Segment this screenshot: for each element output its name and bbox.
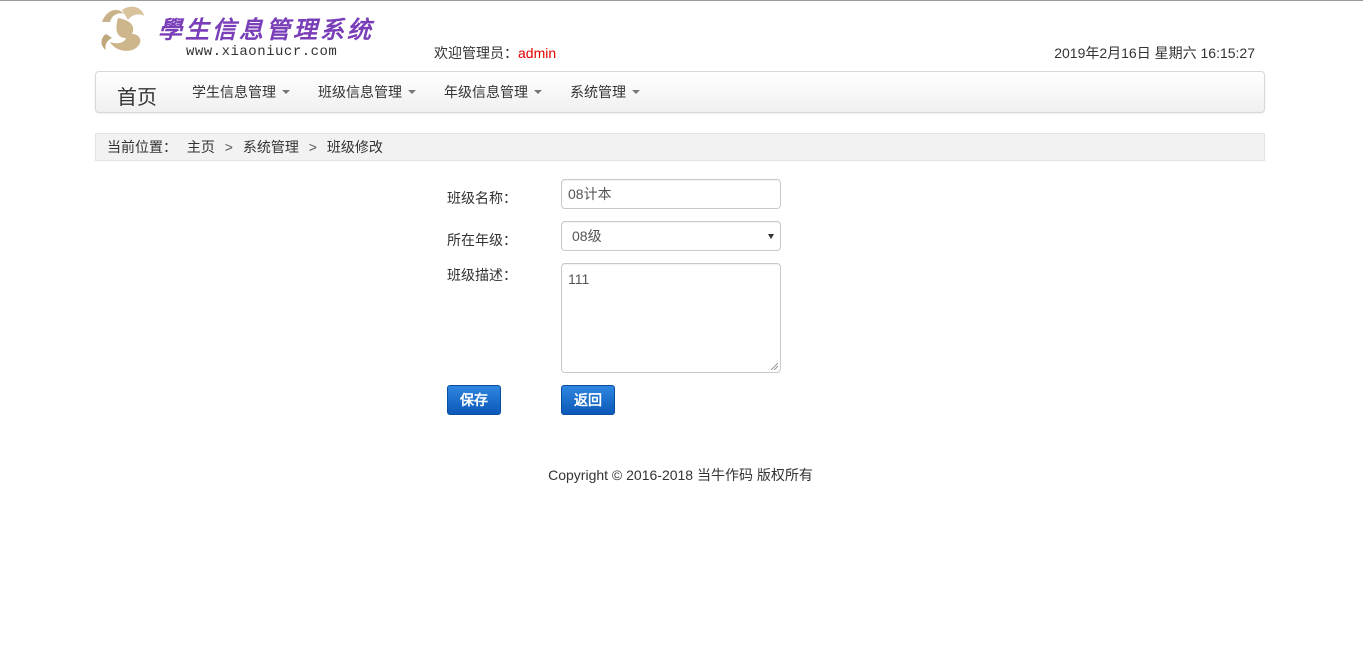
dropdown-arrow-icon <box>768 234 774 239</box>
breadcrumb-home[interactable]: 主页 <box>187 139 215 155</box>
breadcrumb-separator: > <box>224 139 233 155</box>
caret-down-icon <box>408 90 416 94</box>
caret-down-icon <box>632 90 640 94</box>
grade-selected-value: 08级 <box>572 228 602 244</box>
back-button[interactable]: 返回 <box>561 385 615 415</box>
caret-down-icon <box>534 90 542 94</box>
nav-item-label: 系统管理 <box>570 84 626 100</box>
nav-item-label: 年级信息管理 <box>444 84 528 100</box>
logo-swallow-icon <box>101 6 144 51</box>
nav-item-label: 班级信息管理 <box>318 84 402 100</box>
grade-select[interactable]: 08级 <box>561 221 781 251</box>
top-border-line <box>0 0 1363 1</box>
welcome-prefix: 欢迎管理员： <box>434 45 518 61</box>
nav-item-student-management[interactable]: 学生信息管理 <box>192 72 290 112</box>
nav-item-system-management[interactable]: 系统管理 <box>570 72 640 112</box>
logo-title: 學生信息管理系统 <box>158 15 374 44</box>
nav-menu: 学生信息管理 班级信息管理 年级信息管理 系统管理 <box>192 72 668 112</box>
grade-label: 所在年级： <box>447 232 517 248</box>
description-value: 111 <box>568 271 590 287</box>
current-datetime: 2019年2月16日 星期六 16:15:27 <box>1054 45 1255 61</box>
nav-item-class-management[interactable]: 班级信息管理 <box>318 72 416 112</box>
resize-grip-icon[interactable] <box>770 362 778 370</box>
nav-brand-home[interactable]: 首页 <box>117 81 157 110</box>
copyright-text: Copyright © 2016-2018 当牛作码 版权所有 <box>548 467 813 483</box>
class-name-label: 班级名称： <box>447 190 517 206</box>
breadcrumb-prefix: 当前位置： <box>107 139 177 155</box>
class-name-input[interactable] <box>561 179 781 209</box>
welcome-message: 欢迎管理员：admin <box>434 43 556 63</box>
main-navbar: 首页 学生信息管理 班级信息管理 年级信息管理 系统管理 <box>95 71 1265 113</box>
description-textarea[interactable]: 111 <box>561 263 781 373</box>
save-button[interactable]: 保存 <box>447 385 501 415</box>
breadcrumb-system-management[interactable]: 系统管理 <box>243 139 299 155</box>
description-label: 班级描述： <box>447 267 517 283</box>
site-logo[interactable]: 學生信息管理系统 www.xiaoniucr.com <box>96 4 396 64</box>
logo-url: www.xiaoniucr.com <box>186 44 338 60</box>
breadcrumb: 当前位置： 主页 > 系统管理 > 班级修改 <box>95 133 1265 161</box>
caret-down-icon <box>282 90 290 94</box>
breadcrumb-current: 班级修改 <box>326 139 383 155</box>
nav-item-grade-management[interactable]: 年级信息管理 <box>444 72 542 112</box>
breadcrumb-separator: > <box>308 139 317 155</box>
footer: Copyright © 2016-2018 当牛作码 版权所有 <box>0 465 1363 485</box>
nav-item-label: 学生信息管理 <box>192 84 276 100</box>
username: admin <box>518 45 557 61</box>
